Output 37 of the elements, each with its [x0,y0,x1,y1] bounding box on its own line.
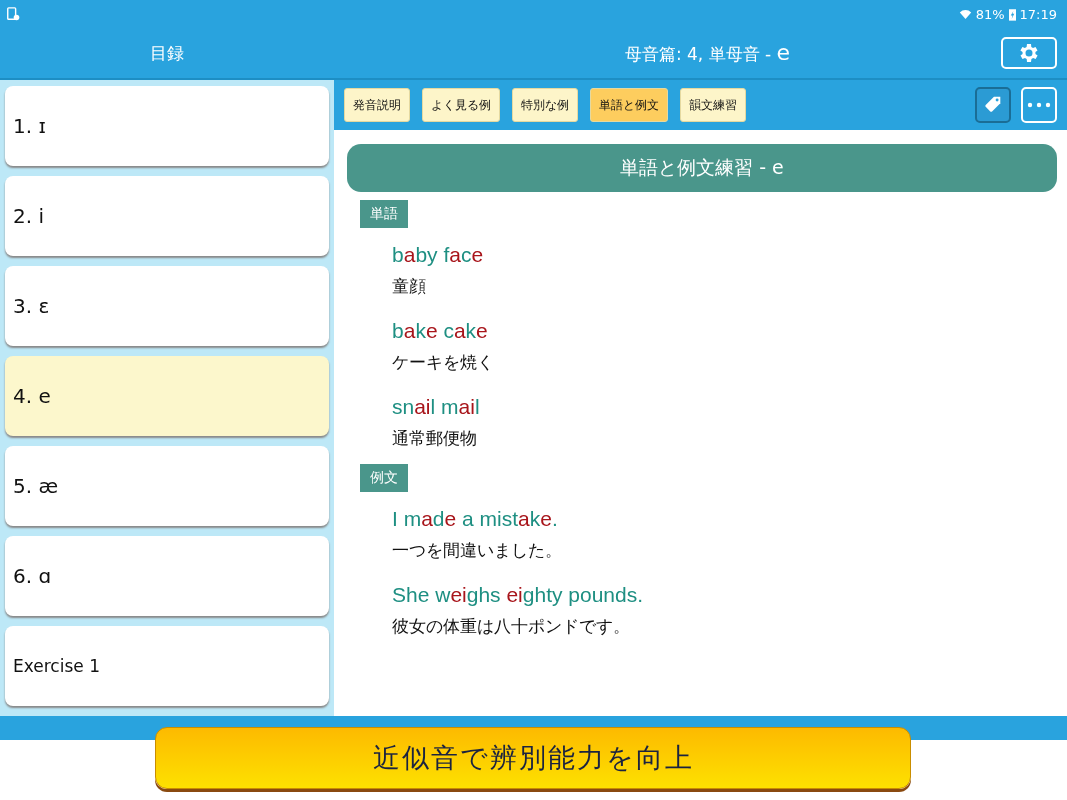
english-phrase: snail mail [392,394,481,420]
section-heading: 単語と例文練習 - e [347,144,1057,192]
lesson-item[interactable]: 2. i [5,176,329,256]
lesson-item[interactable]: 1. ɪ [5,86,329,166]
japanese-meaning: 一つを間違いました。 [392,539,563,562]
sidebar-title: 目録 [150,42,184,63]
tag-button[interactable] [975,87,1011,123]
section-tab[interactable]: 特別な例 [512,88,578,122]
category-label: 例文 [360,464,408,492]
settings-button[interactable] [1001,37,1057,69]
lesson-item[interactable]: 6. ɑ [5,536,329,616]
section-tab[interactable]: 発音説明 [344,88,410,122]
japanese-meaning: 童顔 [392,275,427,298]
lesson-item[interactable]: 5. æ [5,446,329,526]
japanese-meaning: 彼女の体重は八十ポンドです。 [392,615,631,638]
battery-charging-icon [1008,7,1016,21]
more-icon [1027,102,1051,108]
wifi-icon [958,8,972,20]
lesson-item[interactable]: Exercise 1 [5,626,329,706]
screen-recorder-icon [6,7,20,21]
section-tab[interactable]: よく見る例 [422,88,500,122]
english-phrase: baby face [392,242,485,268]
battery-percent: 81% [975,6,1005,22]
lesson-item[interactable]: 4. e [5,356,329,436]
japanese-meaning: ケーキを焼く [392,351,495,374]
lesson-item[interactable]: 3. ɛ [5,266,329,346]
more-button[interactable] [1021,87,1057,123]
english-phrase: I made a mistake. [392,506,559,532]
japanese-meaning: 通常郵便物 [392,427,478,450]
lesson-title: 母音篇: 4, 単母音 - e [624,44,791,64]
section-tab[interactable]: 韻文練習 [680,88,746,122]
english-phrase: bake cake [392,318,489,344]
promo-banner[interactable]: 近似音で辨別能力を向上 [155,727,911,789]
section-tab[interactable]: 単語と例文 [590,88,668,122]
clock-time: 17:19 [1019,6,1057,22]
english-phrase: She weighs eighty pounds. [392,582,645,608]
category-label: 単語 [360,200,408,228]
